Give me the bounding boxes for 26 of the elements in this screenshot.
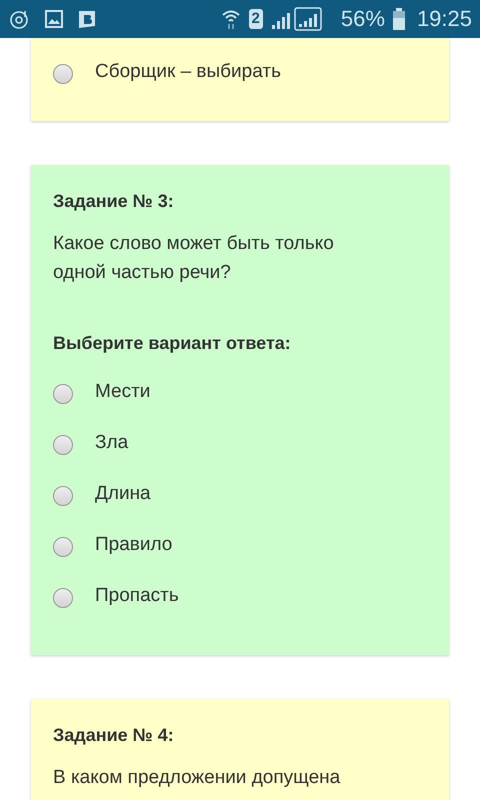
radio-button[interactable] (53, 588, 73, 608)
radio-button[interactable] (53, 434, 73, 454)
task-title: Задание № 4: (53, 725, 175, 746)
image-icon (45, 10, 63, 28)
signal-icon (270, 7, 323, 31)
option-label[interactable]: Длина (95, 482, 151, 504)
radio-button[interactable] (53, 64, 73, 84)
option-label[interactable]: Сборщик – выбирать (95, 60, 281, 82)
option-label[interactable]: Зла (95, 432, 128, 454)
music-disc-icon (9, 9, 31, 29)
battery-percent: 56% (340, 6, 385, 32)
question-text: В каком предложении допущена (53, 766, 342, 790)
radio-button[interactable] (53, 384, 73, 404)
sim-badge: 2 (248, 9, 263, 29)
wifi-icon (220, 8, 241, 30)
battery-icon (392, 8, 405, 30)
option-label[interactable]: Мести (95, 380, 150, 402)
app-icon (77, 9, 97, 29)
option-label[interactable]: Пропасть (95, 584, 179, 606)
question-text: Какое слово может быть только одной частью речи? (53, 232, 335, 285)
answer-prompt: Выберите вариант ответа: (53, 333, 292, 354)
clock: 19:25 (416, 6, 472, 32)
option-label[interactable]: Правило (95, 534, 172, 556)
radio-button[interactable] (53, 486, 73, 506)
task-title: Задание № 3: (53, 191, 175, 212)
radio-button[interactable] (53, 536, 73, 556)
